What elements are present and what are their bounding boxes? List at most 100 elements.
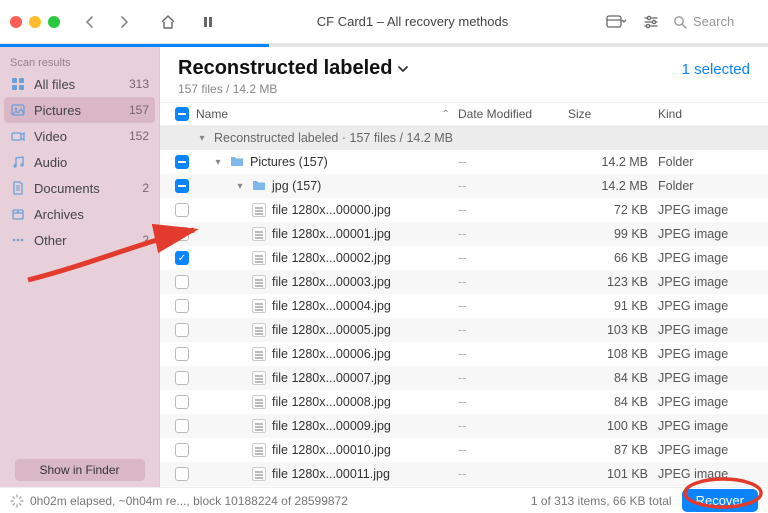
row-kind: Folder <box>658 155 768 169</box>
nav-forward-button[interactable] <box>112 10 136 34</box>
table-row[interactable]: file 1280x...00007.jpg--84 KBJPEG image <box>160 366 768 390</box>
recover-button[interactable]: Recover <box>682 489 758 512</box>
row-name: file 1280x...00006.jpg <box>272 347 391 361</box>
file-icon <box>252 395 266 409</box>
sidebar-item-other[interactable]: Other2 <box>0 227 159 253</box>
zoom-window[interactable] <box>48 16 60 28</box>
row-kind: JPEG image <box>658 251 768 265</box>
nav-back-button[interactable] <box>78 10 102 34</box>
row-date: -- <box>458 299 568 313</box>
sidebar-item-archives[interactable]: Archives <box>0 201 159 227</box>
row-date: -- <box>458 179 568 193</box>
row-checkbox[interactable] <box>175 371 189 385</box>
row-name: jpg (157) <box>272 179 321 193</box>
section-subtitle: 157 files / 14.2 MB <box>178 82 682 96</box>
row-size: 108 KB <box>568 347 658 361</box>
sidebar-item-pictures[interactable]: Pictures157 <box>4 97 155 123</box>
file-icon <box>252 323 266 337</box>
row-kind: JPEG image <box>658 323 768 337</box>
table-body: ▾Reconstructed labeled · 157 files / 14.… <box>160 126 768 487</box>
table-row[interactable]: file 1280x...00004.jpg--91 KBJPEG image <box>160 294 768 318</box>
selection-count[interactable]: 1 selected <box>682 57 750 78</box>
row-name: file 1280x...00001.jpg <box>272 227 391 241</box>
view-mode-button[interactable] <box>605 10 629 34</box>
sidebar-item-documents[interactable]: Documents2 <box>0 175 159 201</box>
scan-progress-bar <box>0 44 768 47</box>
window-controls <box>10 16 60 28</box>
table-row[interactable]: file 1280x...00010.jpg--87 KBJPEG image <box>160 438 768 462</box>
row-checkbox[interactable] <box>175 299 189 313</box>
row-checkbox[interactable] <box>175 395 189 409</box>
spinner-icon <box>10 494 24 508</box>
row-checkbox[interactable] <box>175 443 189 457</box>
row-checkbox[interactable] <box>175 419 189 433</box>
table-row[interactable]: file 1280x...00005.jpg--103 KBJPEG image <box>160 318 768 342</box>
table-row[interactable]: file 1280x...00008.jpg--84 KBJPEG image <box>160 390 768 414</box>
row-size: 66 KB <box>568 251 658 265</box>
table-row[interactable]: file 1280x...00000.jpg--72 KBJPEG image <box>160 198 768 222</box>
row-date: -- <box>458 347 568 361</box>
pause-button[interactable] <box>196 10 220 34</box>
search-field[interactable]: Search <box>673 14 758 29</box>
column-date[interactable]: Date Modified <box>458 107 568 121</box>
row-name: file 1280x...00010.jpg <box>272 443 391 457</box>
column-kind[interactable]: Kind <box>658 107 768 121</box>
grid-icon <box>10 77 26 91</box>
table-row[interactable]: file 1280x...00002.jpg --66 KBJPEG image <box>160 246 768 270</box>
sidebar-item-all-files[interactable]: All files313 <box>0 71 159 97</box>
table-row[interactable]: ▾Reconstructed labeled · 157 files / 14.… <box>160 126 768 150</box>
file-icon <box>252 203 266 217</box>
filter-button[interactable] <box>639 10 663 34</box>
row-size: 91 KB <box>568 299 658 313</box>
status-text: 0h02m elapsed, ~0h04m re..., block 10188… <box>30 494 348 508</box>
row-checkbox[interactable] <box>175 323 189 337</box>
table-row[interactable]: file 1280x...00006.jpg--108 KBJPEG image <box>160 342 768 366</box>
show-in-finder-button[interactable]: Show in Finder <box>15 459 145 481</box>
table-row[interactable]: file 1280x...00009.jpg--100 KBJPEG image <box>160 414 768 438</box>
chevron-down-icon[interactable]: ▾ <box>234 181 246 192</box>
more-icon <box>10 233 26 247</box>
row-size: 84 KB <box>568 371 658 385</box>
header-checkbox[interactable] <box>175 107 189 121</box>
column-size[interactable]: Size <box>568 107 658 121</box>
table-row[interactable]: ▾Pictures (157)--14.2 MBFolder <box>160 150 768 174</box>
row-name: file 1280x...00008.jpg <box>272 395 391 409</box>
row-date: -- <box>458 227 568 241</box>
row-kind: Folder <box>658 179 768 193</box>
row-size: 99 KB <box>568 227 658 241</box>
home-button[interactable] <box>156 10 180 34</box>
row-date: -- <box>458 371 568 385</box>
section-title[interactable]: Reconstructed labeled <box>178 57 682 80</box>
close-window[interactable] <box>10 16 22 28</box>
minimize-window[interactable] <box>29 16 41 28</box>
row-kind: JPEG image <box>658 371 768 385</box>
table-row[interactable]: file 1280x...00011.jpg--101 KBJPEG image <box>160 462 768 486</box>
sidebar-item-count: 157 <box>129 103 149 117</box>
row-checkbox[interactable] <box>175 467 189 481</box>
row-checkbox[interactable] <box>175 227 189 241</box>
chevron-down-icon[interactable]: ▾ <box>212 157 224 168</box>
table-row[interactable]: file 1280x...00012.jpg--102 KBJPEG image <box>160 486 768 487</box>
row-checkbox[interactable] <box>175 275 189 289</box>
row-date: -- <box>458 251 568 265</box>
file-icon <box>252 299 266 313</box>
row-name: file 1280x...00002.jpg <box>272 251 391 265</box>
sidebar-item-audio[interactable]: Audio <box>0 149 159 175</box>
file-icon <box>252 275 266 289</box>
row-checkbox[interactable] <box>175 179 189 193</box>
row-checkbox[interactable] <box>175 251 189 265</box>
sidebar-item-video[interactable]: Video152 <box>0 123 159 149</box>
row-checkbox[interactable] <box>175 155 189 169</box>
sidebar-item-count: 2 <box>142 181 149 195</box>
row-name: file 1280x...00005.jpg <box>272 323 391 337</box>
status-bar: 0h02m elapsed, ~0h04m re..., block 10188… <box>0 487 768 513</box>
row-date: -- <box>458 419 568 433</box>
chevron-down-icon[interactable]: ▾ <box>196 133 208 144</box>
table-row[interactable]: file 1280x...00003.jpg--123 KBJPEG image <box>160 270 768 294</box>
row-checkbox[interactable] <box>175 203 189 217</box>
column-name[interactable]: Name ⌃ <box>196 107 458 121</box>
row-checkbox[interactable] <box>175 347 189 361</box>
table-row[interactable]: file 1280x...00001.jpg--99 KBJPEG image <box>160 222 768 246</box>
folder-icon <box>230 155 244 170</box>
table-row[interactable]: ▾jpg (157)--14.2 MBFolder <box>160 174 768 198</box>
